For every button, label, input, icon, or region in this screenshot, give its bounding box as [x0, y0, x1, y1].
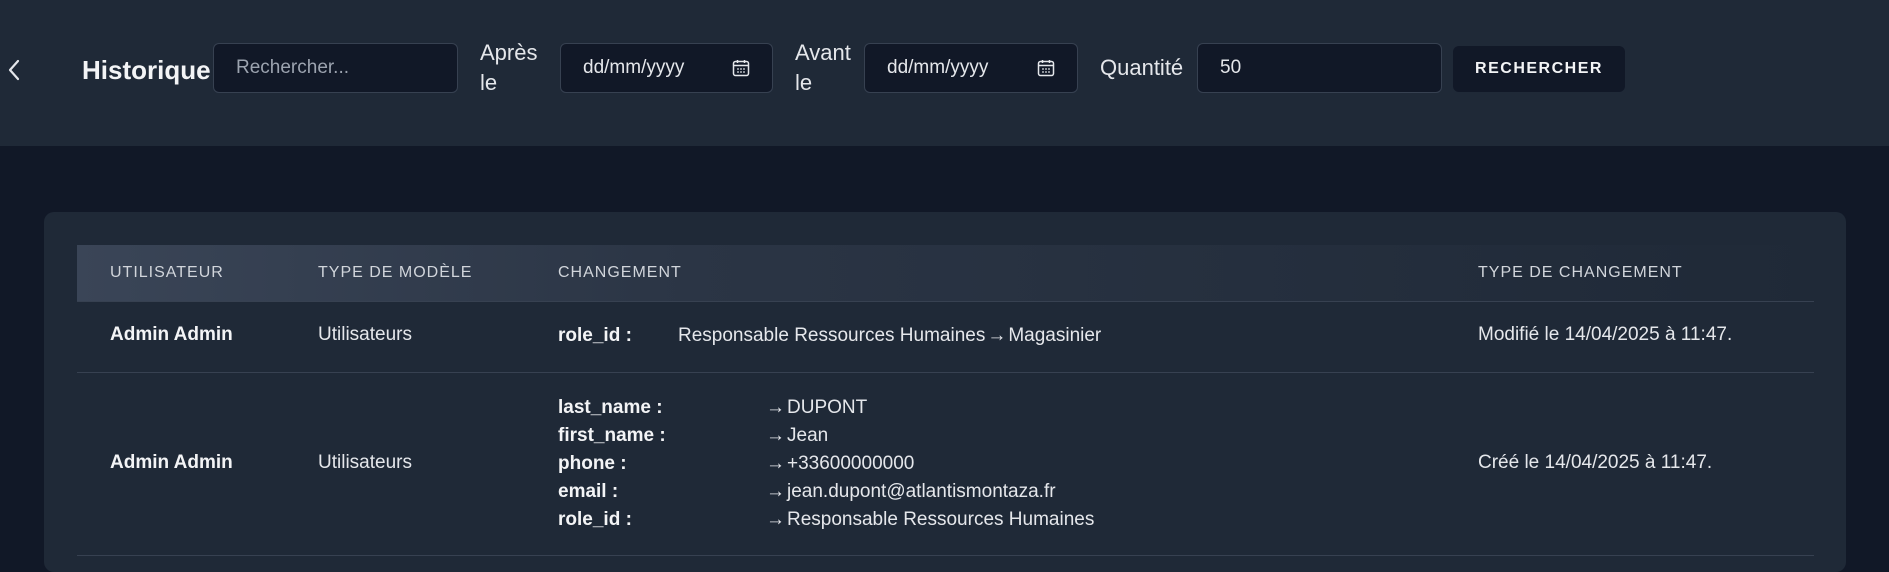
after-label: Après le	[480, 38, 537, 98]
change-key: first_name :	[558, 425, 666, 446]
change-new-value: Magasinier	[1008, 325, 1102, 346]
row-divider	[77, 372, 1814, 373]
before-date-input[interactable]: dd/mm/yyyy	[864, 43, 1078, 93]
arrow-right-icon: →	[766, 425, 785, 446]
chevron-left-icon	[8, 59, 20, 81]
calendar-icon[interactable]	[732, 59, 750, 77]
change-line: role_id : Responsable Ressources Humaine…	[558, 322, 1101, 350]
row-change-type: Créé le 14/04/2025 à 11:47.	[1478, 452, 1713, 473]
row-divider	[77, 555, 1814, 556]
after-label-line-1: Après	[480, 40, 538, 65]
page-title: Historique	[82, 55, 211, 85]
column-header-model-type: TYPE DE MODÈLE	[318, 264, 473, 281]
change-key: email :	[558, 481, 619, 502]
change-new-value: Jean	[787, 425, 829, 446]
change-key: role_id :	[558, 325, 632, 346]
search-input[interactable]	[213, 43, 458, 93]
change-old-value: Responsable Ressources Humaines	[678, 325, 986, 346]
row-change-list: role_id : Responsable Ressources Humaine…	[558, 322, 1101, 350]
arrow-right-icon: →	[987, 325, 1007, 346]
row-model-type: Utilisateurs	[318, 452, 412, 473]
change-line: first_name : → Jean	[558, 422, 1094, 450]
change-line: email : → jean.dupont@atlantismontaza.fr	[558, 478, 1094, 506]
arrow-right-icon: →	[766, 453, 785, 474]
change-line: last_name : → DUPONT	[558, 394, 1094, 422]
change-line: role_id : → Responsable Ressources Humai…	[558, 506, 1094, 534]
before-date-placeholder: dd/mm/yyyy	[887, 57, 989, 78]
column-header-change: CHANGEMENT	[558, 264, 682, 281]
column-header-change-type: TYPE DE CHANGEMENT	[1478, 264, 1683, 281]
calendar-icon[interactable]	[1037, 59, 1055, 77]
change-line: phone : → +33600000000	[558, 450, 1094, 478]
row-user: Admin Admin	[110, 324, 233, 345]
row-model-type: Utilisateurs	[318, 324, 412, 345]
before-label-line-2: le	[795, 70, 813, 95]
change-new-value: +33600000000	[787, 453, 915, 474]
back-button[interactable]	[0, 52, 28, 88]
change-key: last_name :	[558, 397, 663, 418]
before-label-line-1: Avant	[795, 40, 851, 65]
after-label-line-2: le	[480, 70, 498, 95]
arrow-right-icon: →	[766, 481, 785, 502]
before-label: Avant le	[795, 38, 851, 98]
after-date-input[interactable]: dd/mm/yyyy	[560, 43, 773, 93]
change-new-value: Responsable Ressources Humaines	[787, 509, 1095, 530]
search-button[interactable]: RECHERCHER	[1453, 46, 1625, 92]
quantity-input[interactable]	[1197, 43, 1442, 93]
row-change-type: Modifié le 14/04/2025 à 11:47.	[1478, 324, 1733, 345]
quantity-label: Quantité	[1100, 55, 1184, 80]
row-user: Admin Admin	[110, 452, 233, 473]
arrow-right-icon: →	[766, 397, 785, 418]
top-bar: Historique Après le dd/mm/yyyy Avant le …	[0, 0, 1889, 146]
change-new-value: jean.dupont@atlantismontaza.fr	[787, 481, 1056, 502]
change-new-value: DUPONT	[787, 397, 868, 418]
change-key: phone :	[558, 453, 627, 474]
after-date-placeholder: dd/mm/yyyy	[583, 57, 685, 78]
table-header: UTILISATEUR TYPE DE MODÈLE CHANGEMENT TY…	[77, 245, 1814, 302]
change-key: role_id :	[558, 509, 632, 530]
column-header-user: UTILISATEUR	[110, 264, 224, 281]
row-change-list: last_name : → DUPONT first_name : → Jean…	[558, 394, 1094, 534]
arrow-right-icon: →	[766, 509, 785, 530]
